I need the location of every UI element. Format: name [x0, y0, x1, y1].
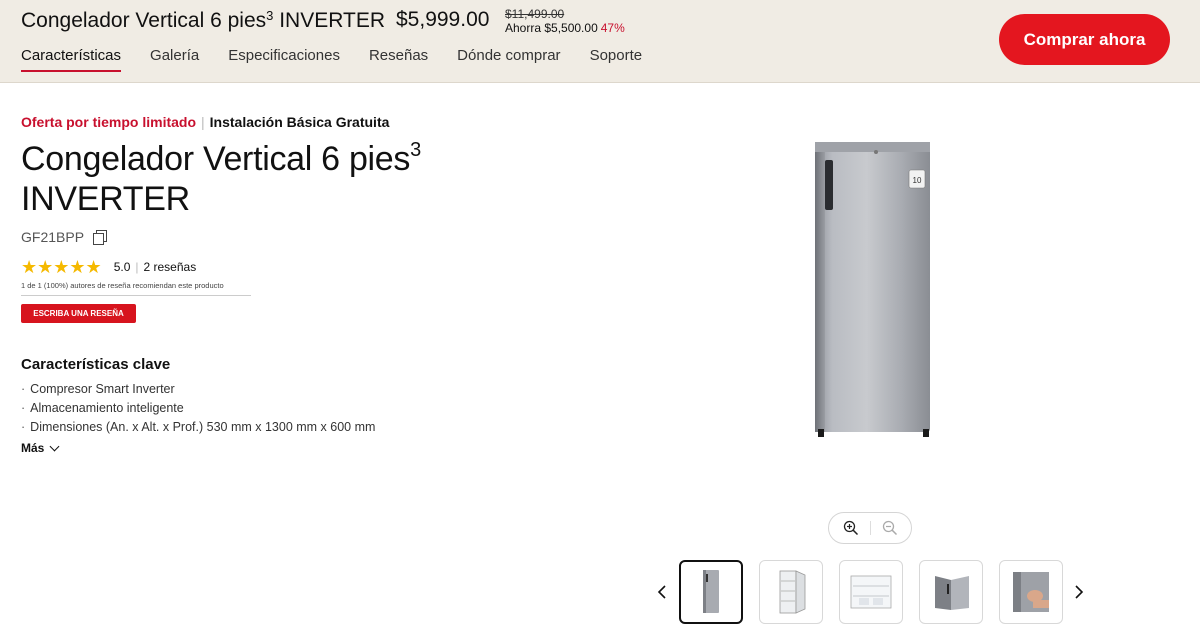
- list-item: Almacenamiento inteligente: [21, 399, 375, 418]
- thumbnail-strip: [679, 560, 1063, 624]
- chevron-down-icon: [49, 441, 60, 451]
- list-item: Dimensiones (An. x Alt. x Prof.) 530 mm …: [21, 418, 375, 437]
- limited-offer-label: Oferta por tiempo limitado: [21, 114, 197, 130]
- more-button[interactable]: Más: [21, 441, 60, 455]
- model-code: GF21BPP: [21, 229, 85, 245]
- rating-divider: |: [135, 260, 139, 274]
- list-item: Compresor Smart Inverter: [21, 380, 375, 399]
- install-label: Instalación Básica Gratuita: [209, 114, 390, 130]
- zoom-controls: [828, 512, 912, 544]
- product-title: Congelador Vertical 6 pies3 INVERTER: [21, 139, 421, 218]
- more-label: Más: [21, 441, 45, 455]
- offer-line: Oferta por tiempo limitado | Instalación B…: [21, 114, 389, 130]
- product-image[interactable]: 10: [810, 138, 935, 441]
- buy-now-button[interactable]: Comprar ahora: [999, 14, 1170, 65]
- zoom-in-icon[interactable]: [832, 514, 870, 542]
- offer-divider: |: [201, 114, 205, 130]
- key-features-list: Compresor Smart Inverter Almacenamiento …: [21, 380, 375, 437]
- header-savings: Ahorra $5,500.00 47%: [505, 21, 625, 35]
- nav-tab-galeria[interactable]: Galería: [150, 47, 199, 71]
- recommend-text: 1 de 1 (100%) autores de reseña recomien…: [21, 281, 251, 296]
- sticky-header: Congelador Vertical 6 pies3 INVERTER $5,…: [0, 0, 1200, 83]
- key-features-title: Características clave: [21, 356, 171, 373]
- thumbnail-freezer-hand-opening[interactable]: [999, 560, 1063, 624]
- model-number: GF21BPP: [21, 229, 108, 245]
- nav-tab-resenas[interactable]: Reseñas: [369, 47, 428, 71]
- zoom-out-icon[interactable]: [871, 514, 909, 542]
- thumbnail-freezer-interior[interactable]: [839, 560, 903, 624]
- chevron-right-icon[interactable]: [1072, 583, 1086, 601]
- chevron-left-icon[interactable]: [655, 583, 669, 601]
- nav-tab-donde-comprar[interactable]: Dónde comprar: [457, 47, 560, 71]
- thumbnail-freezer-front[interactable]: [679, 560, 743, 624]
- header-price: $5,999.00: [396, 8, 490, 31]
- review-count-link[interactable]: 2 reseñas: [144, 260, 197, 274]
- discount-percent: 47%: [600, 21, 625, 35]
- nav-tab-especificaciones[interactable]: Especificaciones: [228, 47, 340, 71]
- product-nav: Características Galería Especificaciones…: [21, 47, 671, 73]
- rating-value: 5.0: [113, 260, 131, 274]
- header-product-title: Congelador Vertical 6 pies3 INVERTER: [21, 8, 386, 32]
- header-original-price: $11,499.00: [505, 7, 565, 21]
- thumbnail-freezer-open-door[interactable]: [759, 560, 823, 624]
- thumbnail-freezer-side-angle[interactable]: [919, 560, 983, 624]
- nav-tab-soporte[interactable]: Soporte: [590, 47, 643, 71]
- star-rating-icon: ★★★★★: [21, 257, 102, 277]
- nav-tab-caracteristicas[interactable]: Características: [21, 47, 122, 72]
- rating-summary[interactable]: ★★★★★ 5.0 | 2 reseñas: [21, 258, 196, 276]
- svg-text:10: 10: [913, 176, 922, 185]
- copy-icon[interactable]: [92, 229, 108, 245]
- write-review-button[interactable]: ESCRIBA UNA RESEÑA: [21, 304, 136, 323]
